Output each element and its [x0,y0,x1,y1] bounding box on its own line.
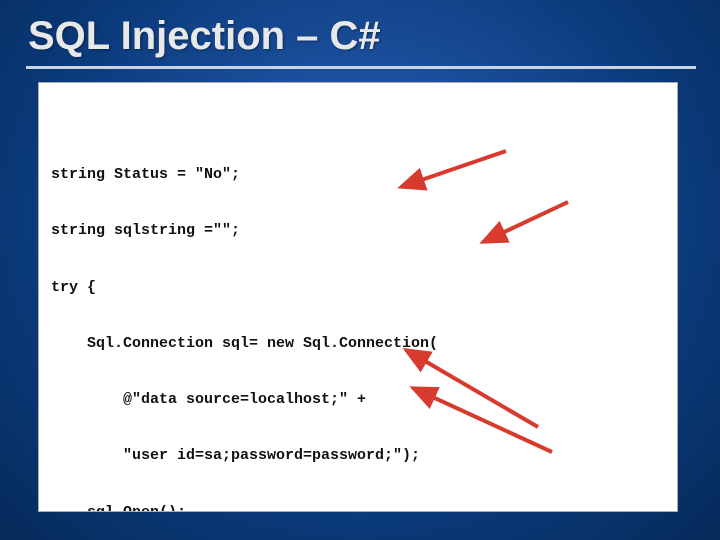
title-underline [26,66,696,69]
code-line: "user id=sa;password=password;"); [51,447,665,466]
code-line: try { [51,279,665,298]
code-lines: string Status = "No"; string sqlstring =… [51,129,665,513]
code-line: sql.Open(); [51,504,665,513]
code-line: @"data source=localhost;" + [51,391,665,410]
code-box: string Status = "No"; string sqlstring =… [38,82,678,512]
code-line: string Status = "No"; [51,166,665,185]
code-line: string sqlstring =""; [51,222,665,241]
slide-title: SQL Injection – C# [28,14,381,59]
slide: SQL Injection – C# string Status = "No";… [0,0,720,540]
code-line: Sql.Connection sql= new Sql.Connection( [51,335,665,354]
